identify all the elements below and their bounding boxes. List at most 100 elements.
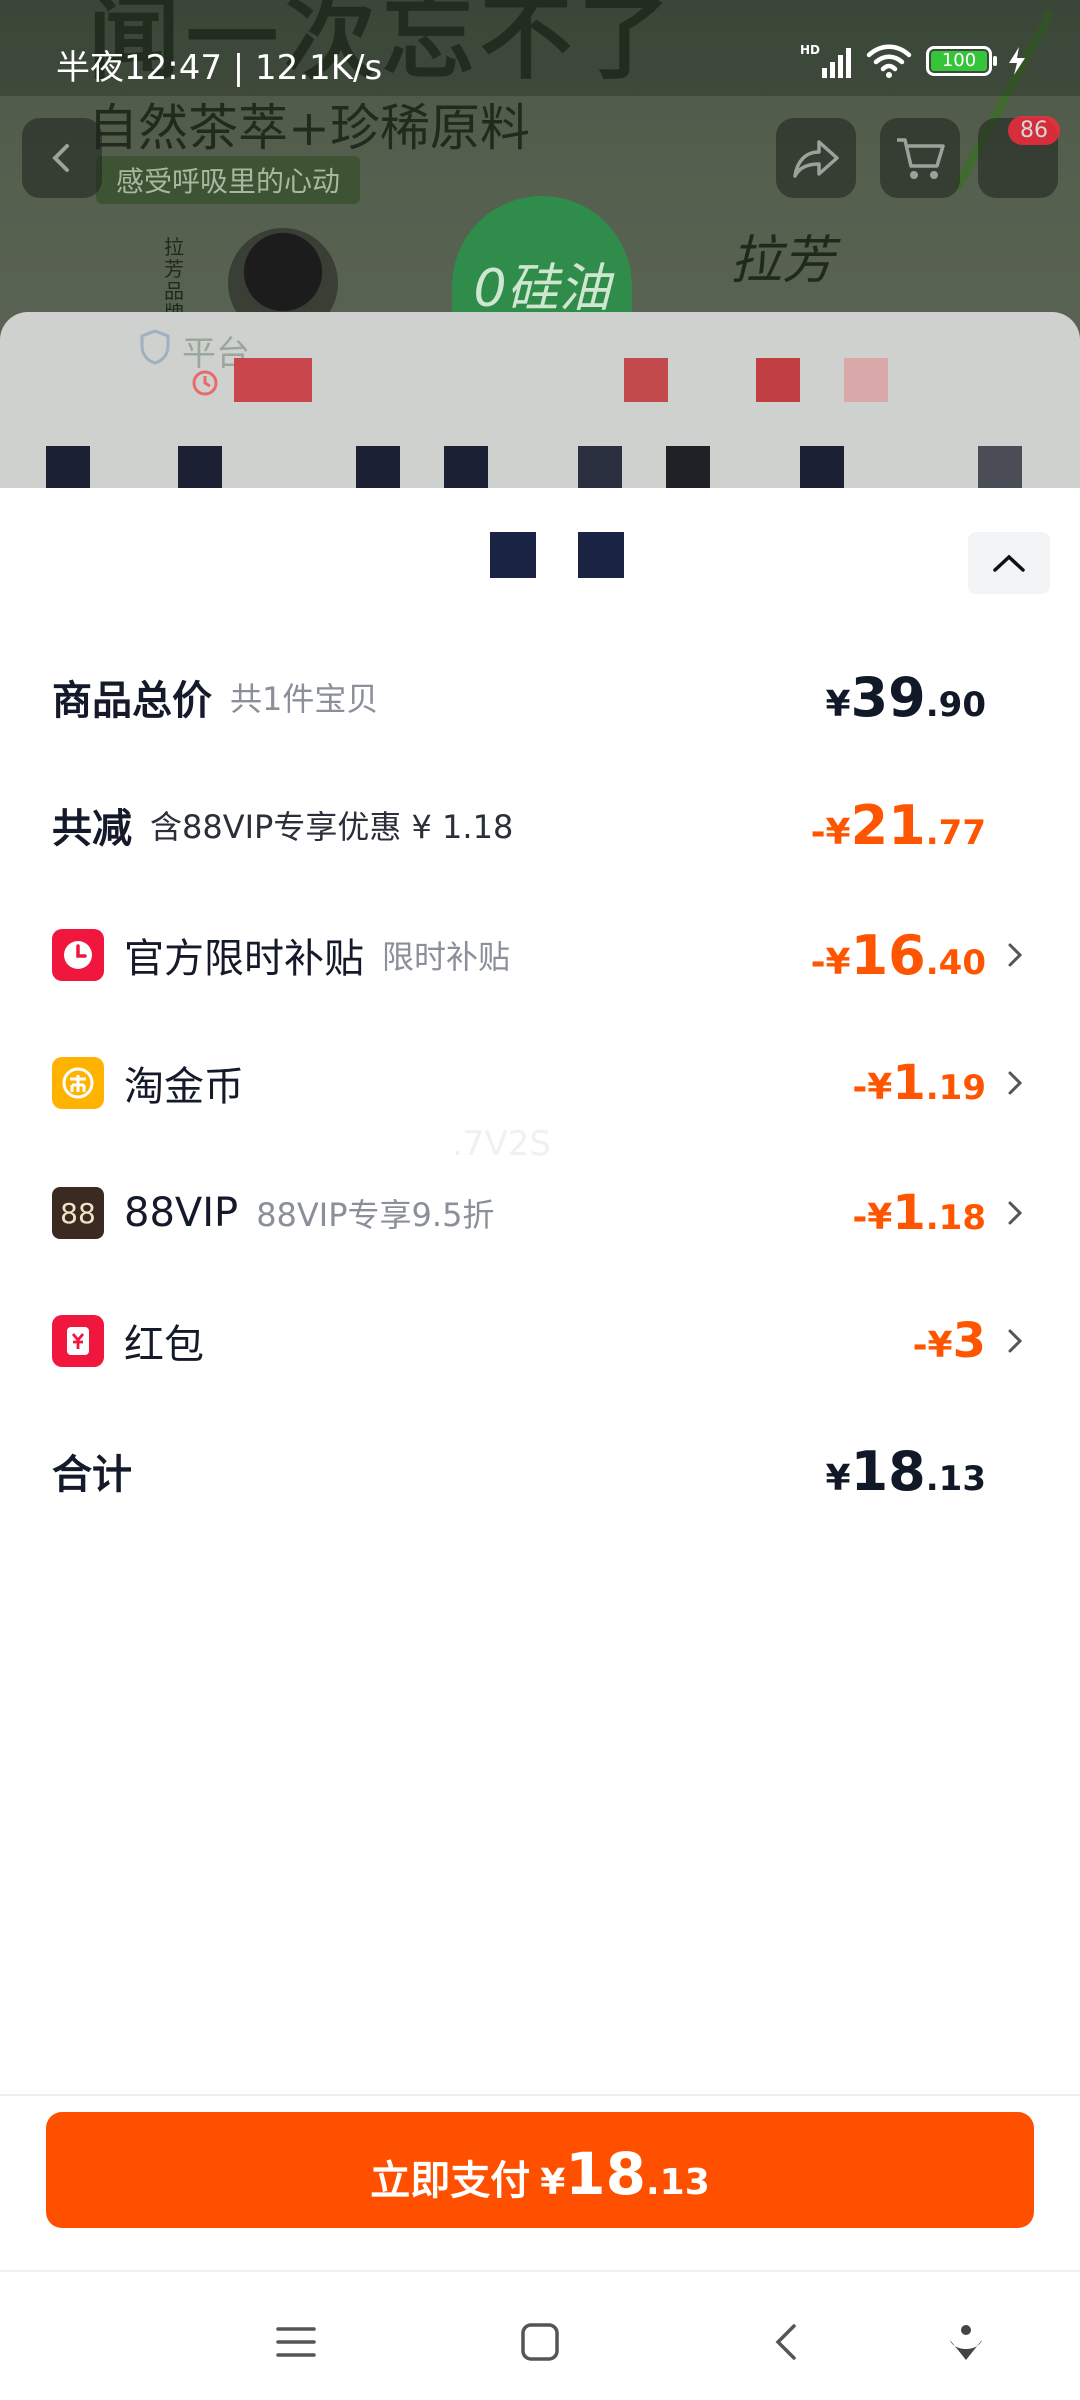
redaction-block bbox=[578, 532, 624, 578]
banner-subline: 自然茶萃+珍稀原料 bbox=[88, 99, 530, 157]
row-sub: 限时补贴 bbox=[382, 938, 511, 976]
price-int: 21 bbox=[850, 793, 926, 857]
price-card-behind: 平台 bbox=[0, 312, 1080, 490]
mosaic-block bbox=[46, 446, 90, 490]
price-dec: .19 bbox=[925, 1068, 986, 1108]
row-label: 红包 bbox=[124, 1322, 204, 1368]
price-prefix: - bbox=[852, 1067, 868, 1108]
mosaic-block bbox=[178, 446, 222, 490]
price-dec: .13 bbox=[925, 1458, 986, 1499]
battery-icon: 100 bbox=[926, 46, 997, 76]
price-int: 16 bbox=[850, 923, 926, 987]
pdp-back-button[interactable] bbox=[22, 118, 102, 198]
price-symbol: ¥ bbox=[825, 683, 851, 725]
share-icon bbox=[793, 140, 839, 178]
row-label: 官方限时补贴 bbox=[124, 936, 364, 982]
pay-button-symbol: ¥ bbox=[540, 2162, 566, 2203]
chevron-right-icon bbox=[994, 1199, 1024, 1227]
back-icon[interactable] bbox=[756, 2312, 816, 2372]
price-symbol: ¥ bbox=[825, 941, 851, 983]
price-dec: .90 bbox=[925, 684, 986, 725]
row-sub: 88VIP专享9.5折 bbox=[256, 1196, 495, 1234]
alarm-icon bbox=[192, 370, 218, 396]
system-navigation-bar bbox=[0, 2270, 1080, 2400]
menu-icon[interactable] bbox=[266, 2312, 326, 2372]
row-grand-total: 合计 ¥18.13 bbox=[52, 1426, 1024, 1516]
price-prefix: - bbox=[852, 1197, 868, 1238]
mosaic-block bbox=[578, 446, 622, 490]
pay-button-dec: .13 bbox=[646, 2162, 710, 2203]
assistant-icon[interactable] bbox=[936, 2312, 996, 2372]
clock-icon bbox=[52, 929, 104, 981]
vip88-icon-text: 88 bbox=[60, 1196, 96, 1230]
price-int: 1 bbox=[892, 1055, 926, 1111]
price-symbol: ¥ bbox=[927, 1325, 953, 1366]
vip88-icon: 88 bbox=[52, 1187, 104, 1239]
row-label: 88VIP bbox=[124, 1190, 239, 1236]
mosaic-block bbox=[666, 446, 710, 490]
banner-side-brand: 拉芳品牌 bbox=[164, 235, 184, 324]
coin-icon bbox=[52, 1057, 104, 1109]
chevron-right-icon bbox=[994, 1069, 1024, 1097]
mosaic-block bbox=[356, 446, 400, 490]
row-price: -¥1.18 bbox=[852, 1185, 1024, 1241]
sheet-header bbox=[0, 488, 1080, 618]
price-dec: .18 bbox=[925, 1198, 986, 1238]
row-price: -¥1.19 bbox=[852, 1055, 1024, 1111]
status-icons: HD 100 bbox=[800, 42, 1028, 80]
home-icon[interactable] bbox=[510, 2312, 570, 2372]
price-symbol: ¥ bbox=[867, 1067, 893, 1108]
price-int: 39 bbox=[850, 665, 926, 729]
row-sub: 含88VIP专享优惠 ¥ 1.18 bbox=[150, 808, 514, 846]
watermark-text: .7V2S bbox=[452, 1124, 551, 1164]
cart-count-badge: 86 bbox=[1008, 116, 1060, 145]
row-price: ¥39.90 bbox=[826, 666, 1024, 729]
chevron-right-icon bbox=[994, 941, 1024, 969]
price-symbol: ¥ bbox=[867, 1197, 893, 1238]
row-price: -¥21.77 bbox=[811, 794, 1024, 857]
row-taojinbi[interactable]: 淘金币 -¥1.19 bbox=[52, 1038, 1024, 1128]
pay-button-int: 18 bbox=[565, 2140, 646, 2208]
cart-icon bbox=[897, 138, 945, 179]
price-symbol: ¥ bbox=[825, 1457, 851, 1499]
row-price: -¥16.40 bbox=[811, 924, 1024, 987]
row-official-subsidy[interactable]: 官方限时补贴 限时补贴 -¥16.40 bbox=[52, 910, 1024, 1000]
pdp-cart-button[interactable] bbox=[880, 118, 960, 198]
pay-now-button[interactable]: 立即支付 ¥18.13 bbox=[46, 2112, 1034, 2228]
mosaic-block bbox=[444, 446, 488, 490]
row-sub: 共1件宝贝 bbox=[230, 680, 379, 718]
status-time: 半夜12:47 | 12.1K/s bbox=[56, 48, 383, 88]
price-prefix: - bbox=[912, 1325, 928, 1366]
mosaic-block bbox=[624, 358, 668, 402]
row-red-packet[interactable]: 红包 -¥3 bbox=[52, 1296, 1024, 1386]
redaction-block bbox=[490, 532, 536, 578]
price-int: 1 bbox=[892, 1185, 926, 1241]
price-int: 18 bbox=[850, 1439, 926, 1503]
mosaic-block bbox=[978, 446, 1022, 490]
row-total-discount: 共减 含88VIP专享优惠 ¥ 1.18 -¥21.77 bbox=[52, 780, 1024, 870]
row-88vip[interactable]: 88 88VIP 88VIP专享9.5折 -¥1.18 bbox=[52, 1168, 1024, 1258]
price-dec: .40 bbox=[925, 942, 986, 983]
svg-text:HD: HD bbox=[800, 43, 820, 57]
collapse-button[interactable] bbox=[968, 532, 1050, 594]
mosaic-block bbox=[844, 358, 888, 402]
pdp-more-button[interactable]: 86 bbox=[978, 116, 1060, 198]
status-bar: 半夜12:47 | 12.1K/s HD 100 bbox=[0, 0, 1080, 96]
banner-tagline: 感受呼吸里的心动 bbox=[96, 156, 361, 204]
charging-icon bbox=[1009, 47, 1025, 75]
row-price: -¥3 bbox=[913, 1313, 1024, 1369]
price-prefix: - bbox=[810, 811, 826, 853]
mosaic-block bbox=[800, 446, 844, 490]
row-label: 共减 bbox=[52, 806, 132, 852]
shield-icon bbox=[140, 329, 170, 365]
red-packet-icon bbox=[52, 1315, 104, 1367]
battery-level: 100 bbox=[931, 51, 987, 71]
pdp-share-button[interactable] bbox=[776, 118, 856, 198]
pay-button-label: 立即支付 bbox=[370, 2158, 531, 2204]
back-arrow-icon bbox=[52, 144, 69, 172]
price-int: 3 bbox=[952, 1313, 986, 1369]
row-label: 合计 bbox=[52, 1452, 132, 1498]
brand-signature: 拉芳 bbox=[730, 231, 835, 291]
chevron-up-icon bbox=[993, 554, 1025, 572]
pay-bar-divider bbox=[0, 2094, 1080, 2096]
